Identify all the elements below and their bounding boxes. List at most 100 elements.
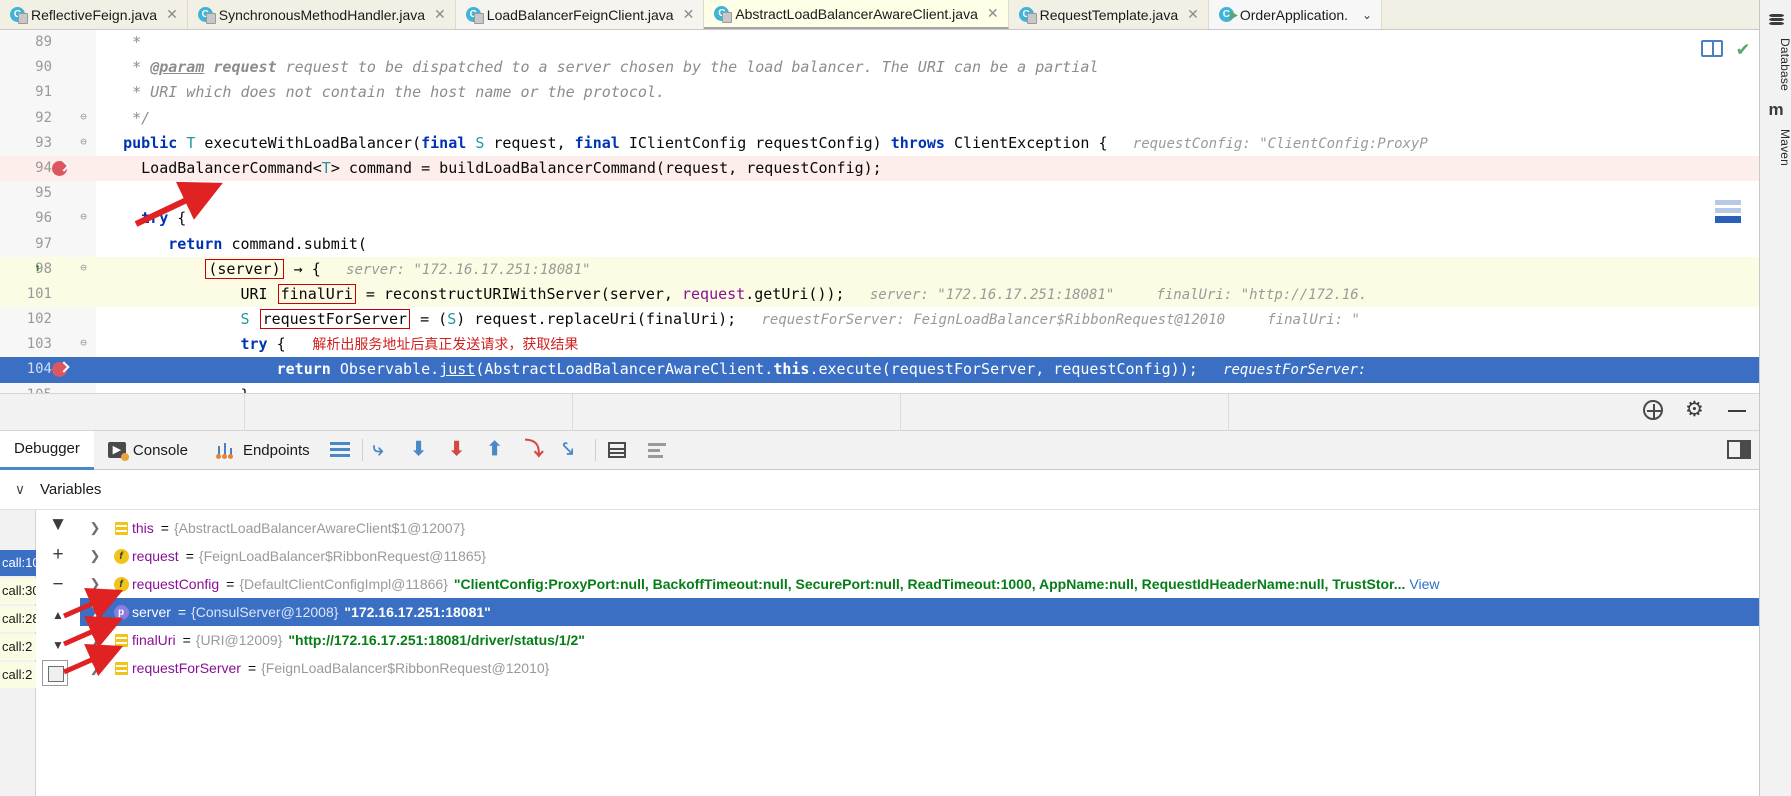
- step-into-icon[interactable]: ⬇: [411, 439, 433, 461]
- tab-endpoints[interactable]: Endpoints: [202, 431, 324, 470]
- code-token: request: [681, 284, 746, 303]
- code-line[interactable]: 95: [0, 181, 1759, 206]
- code-token: return: [168, 234, 223, 253]
- variable-name: requestConfig: [132, 576, 220, 592]
- editor-tab-label: ReflectiveFeign.java: [31, 6, 158, 23]
- code-line[interactable]: 90 * @param request request to be dispat…: [0, 55, 1759, 80]
- rail-item-database[interactable]: Database: [1760, 34, 1791, 95]
- code-token: just: [439, 360, 476, 379]
- chevron-down-icon[interactable]: ⌄: [1362, 8, 1372, 22]
- variable-row[interactable]: ❯ this = {AbstractLoadBalancerAwareClient$1…: [80, 514, 1759, 542]
- code-line[interactable]: 98 ⊖ ⬆ (server) → { server: "172.16.17.251…: [0, 256, 1759, 282]
- code-line-text: URI finalUri = reconstructURIWithServer(…: [96, 282, 1367, 308]
- move-up-icon[interactable]: ▲: [36, 600, 80, 630]
- code-token: return: [276, 360, 331, 379]
- code-line-text: *: [96, 30, 150, 55]
- code-token: requestForServer: FeignLoadBalancer$Ribb…: [736, 312, 1226, 329]
- code-line[interactable]: 101 URI finalUri = reconstructURIWithSer…: [0, 281, 1759, 308]
- code-line[interactable]: 93 ⊖ public T executeWithLoadBalancer(fin…: [0, 131, 1759, 156]
- gear-icon[interactable]: [1685, 400, 1705, 420]
- editor-tab-2[interactable]: C LoadBalancerFeignClient.java ✕: [455, 0, 705, 29]
- code-line[interactable]: 89 *: [0, 30, 1759, 55]
- expand-caret-icon[interactable]: ❯: [80, 632, 110, 648]
- editor-tab-5[interactable]: C OrderApplication. ⌄: [1208, 0, 1383, 29]
- force-step-into-icon[interactable]: ⬇: [449, 439, 471, 461]
- fold-minus-icon[interactable]: ⊖: [78, 337, 89, 349]
- expand-caret-icon[interactable]: ❯: [80, 604, 110, 620]
- console-icon: ▶: [107, 442, 129, 461]
- variable-reference: {AbstractLoadBalancerAwareClient$1@12007…: [173, 520, 466, 536]
- variable-row[interactable]: ❯ p server = {ConsulServer@12008} "172.16.17.…: [80, 598, 1759, 626]
- expand-caret-icon[interactable]: ❯: [80, 660, 110, 676]
- close-icon[interactable]: ✕: [434, 6, 446, 23]
- database-icon[interactable]: [1760, 4, 1791, 34]
- fold-minus-icon[interactable]: ⊖: [78, 136, 89, 148]
- code-line[interactable]: 91 * URI which does not contain the host…: [0, 80, 1759, 105]
- code-line[interactable]: 102 S requestForServer = (S) request.rep…: [0, 307, 1759, 332]
- maven-icon[interactable]: m: [1760, 95, 1791, 125]
- code-editor[interactable]: 89 * 90 * @param request request to be d…: [0, 30, 1759, 393]
- variable-row[interactable]: ❯ f requestConfig = {DefaultClientConfigImpl…: [80, 570, 1759, 598]
- equals-sign: =: [160, 520, 169, 536]
- sort-variables-icon[interactable]: [647, 439, 670, 461]
- code-token: requestConfig: "ClientConfig:ProxyP: [1107, 135, 1428, 152]
- move-down-icon[interactable]: ▼: [36, 630, 80, 660]
- evaluate-expression-icon[interactable]: [607, 439, 630, 461]
- code-line[interactable]: 96 ⊖ try {: [0, 206, 1759, 231]
- code-line[interactable]: 97 return command.submit(: [0, 232, 1759, 257]
- book-icon[interactable]: [1700, 39, 1723, 57]
- variable-row[interactable]: ❯ f request = {FeignLoadBalancer$RibbonReque…: [80, 542, 1759, 570]
- collapse-caret-icon[interactable]: ∨: [0, 481, 40, 498]
- fold-minus-icon[interactable]: ⊖: [78, 211, 89, 223]
- variable-row[interactable]: ❯ finalUri = {URI@12009} "http://172.16.17.2…: [80, 626, 1759, 654]
- filter-icon[interactable]: ▼: [36, 510, 80, 540]
- breakpoint-icon[interactable]: [52, 362, 67, 378]
- step-out-icon[interactable]: ⬆: [487, 439, 509, 461]
- rail-item-maven[interactable]: Maven: [1760, 125, 1791, 170]
- code-lines[interactable]: 89 * 90 * @param request request to be d…: [0, 30, 1759, 393]
- run-to-cursor-icon[interactable]: ⤥: [563, 439, 585, 461]
- code-token: }: [96, 386, 249, 393]
- remove-watch-icon[interactable]: −: [36, 570, 80, 600]
- close-icon[interactable]: ✕: [683, 6, 695, 23]
- close-icon[interactable]: ✕: [1187, 6, 1199, 23]
- editor-tab-4[interactable]: C RequestTemplate.java ✕: [1008, 0, 1209, 29]
- layout-settings-button[interactable]: [1727, 440, 1751, 459]
- code-line[interactable]: 103 ⊖ try { 解析出服务地址后真正发送请求，获取结果: [0, 332, 1759, 357]
- copy-value-icon[interactable]: [42, 660, 68, 686]
- drop-frame-icon[interactable]: ⤵: [525, 439, 547, 461]
- param-icon: p: [110, 604, 132, 620]
- show-execution-point-icon[interactable]: [329, 439, 352, 461]
- expand-caret-icon[interactable]: ❯: [80, 548, 110, 564]
- code-token: ClientException {: [944, 133, 1108, 152]
- code-line[interactable]: 104 return Observable.just(AbstractLoadB…: [0, 357, 1759, 383]
- tab-debugger[interactable]: Debugger: [0, 430, 94, 470]
- code-line[interactable]: 105 }: [0, 383, 1759, 393]
- tab-console[interactable]: ▶ Console: [94, 431, 202, 470]
- close-icon[interactable]: ✕: [987, 5, 999, 22]
- editor-tab-label: LoadBalancerFeignClient.java: [486, 6, 674, 23]
- expand-caret-icon[interactable]: ❯: [80, 576, 110, 592]
- close-icon[interactable]: ✕: [166, 6, 178, 23]
- inspection-ok-icon[interactable]: ✔: [1737, 36, 1749, 60]
- editor-tab-0[interactable]: C ReflectiveFeign.java ✕: [0, 0, 188, 29]
- editor-tab-1[interactable]: C SynchronousMethodHandler.java ✕: [187, 0, 456, 29]
- editor-tab-3-active[interactable]: C AbstractLoadBalancerAwareClient.java ✕: [704, 0, 1009, 29]
- view-value-link[interactable]: View: [1409, 576, 1439, 592]
- add-circle-icon[interactable]: [1643, 400, 1663, 420]
- minimap-line-highlighted: [1715, 216, 1741, 223]
- code-token: = (: [411, 310, 448, 329]
- step-over-icon[interactable]: ⤷: [373, 439, 395, 461]
- fold-minus-icon[interactable]: ⊖: [78, 262, 89, 274]
- variable-row[interactable]: ❯ requestForServer = {FeignLoadBalancer$Rib…: [80, 654, 1759, 682]
- code-line[interactable]: 92 ⊖ */: [0, 106, 1759, 131]
- fold-minus-icon[interactable]: ⊖: [78, 111, 89, 123]
- variables-tree[interactable]: ❯ this = {AbstractLoadBalancerAwareClient$1…: [80, 510, 1759, 796]
- code-minimap[interactable]: [1715, 200, 1741, 270]
- expand-caret-icon[interactable]: ❯: [80, 520, 110, 536]
- minimize-icon[interactable]: [1727, 400, 1747, 420]
- breakpoint-icon[interactable]: [52, 160, 67, 176]
- add-watch-icon[interactable]: +: [36, 540, 80, 570]
- splitter-strip-actions: [1643, 400, 1747, 420]
- code-line[interactable]: 94 LoadBalancerCommand<T> command = buil…: [0, 155, 1759, 182]
